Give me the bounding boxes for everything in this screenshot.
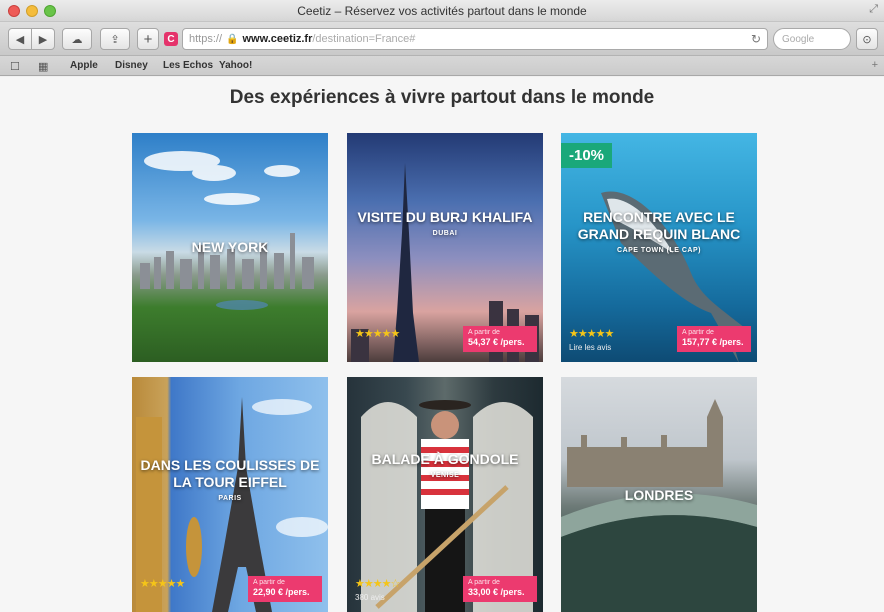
downloads-button[interactable]: ⊙ <box>856 28 878 50</box>
page-title: Des expériences à vivre partout dans le … <box>229 87 655 108</box>
reading-list-icon[interactable]: ☐ <box>10 60 20 73</box>
experience-card-london[interactable]: LONDRES <box>561 377 757 612</box>
card-title: NEW YORK <box>191 239 269 255</box>
download-icon: ⊙ <box>862 33 872 46</box>
experience-card-new-york[interactable]: NEW YORK <box>132 133 328 362</box>
lock-icon: 🔒 <box>226 33 239 45</box>
browser-toolbar: ◀ ▶ ☁ ⇪ + C https:// 🔒 www.ceetiz.fr /de… <box>0 22 884 56</box>
bookmark-les-echos[interactable]: Les Echos <box>163 60 213 71</box>
reviews-link[interactable]: Lire les avis <box>569 343 611 352</box>
window-title: Ceetiz – Réservez vos activités partout … <box>297 4 587 18</box>
bookmarks-bar: ☐ ▦ Apple Disney Les Echos Yahoo! + <box>0 56 884 76</box>
bookmark-disney[interactable]: Disney <box>115 60 148 71</box>
cloud-icon: ☁ <box>71 33 83 46</box>
card-title: VISITE DU BURJ KHALIFA DUBAI <box>357 209 533 237</box>
reviews-count[interactable]: 380 avis <box>355 593 385 602</box>
fullscreen-icon[interactable]: ⤢ <box>869 3 878 16</box>
share-icon: ⇪ <box>110 33 120 46</box>
price-tag[interactable]: A partir de 33,00 € /pers. <box>463 576 537 602</box>
card-title: LONDRES <box>624 487 694 503</box>
icloud-tabs-button[interactable]: ☁ <box>62 28 92 50</box>
rating-stars: ★★★★☆ <box>355 578 400 590</box>
back-button[interactable]: ◀ <box>8 28 32 50</box>
card-title: BALADE À GONDOLE VENISE <box>371 451 519 479</box>
window-titlebar: Ceetiz – Réservez vos activités partout … <box>0 0 884 22</box>
back-arrow-icon: ◀ <box>15 33 25 46</box>
price-tag[interactable]: A partir de 157,77 € /pers. <box>677 326 751 352</box>
search-field[interactable]: Google <box>773 28 851 50</box>
reload-icon[interactable]: ↻ <box>751 32 761 46</box>
forward-button[interactable]: ▶ <box>31 28 55 50</box>
url-protocol: https:// <box>189 33 223 45</box>
add-bookmark-icon[interactable]: + <box>872 59 878 71</box>
card-title: RENCONTRE AVEC LE GRAND REQUIN BLANC CAP… <box>577 209 741 254</box>
experience-card-gondola[interactable]: BALADE À GONDOLE VENISE ★★★★☆ 380 avis A… <box>347 377 543 612</box>
top-sites-icon[interactable]: ▦ <box>38 60 48 73</box>
url-host: www.ceetiz.fr <box>242 33 313 45</box>
share-button[interactable]: ⇪ <box>100 28 130 50</box>
card-title: DANS LES COULISSES DE LA TOUR EIFFEL PAR… <box>140 457 320 502</box>
experience-card-great-white-shark[interactable]: -10% RENCONTRE AVEC LE GRAND REQUIN BLAN… <box>561 133 757 362</box>
price-tag[interactable]: A partir de 54,37 € /pers. <box>463 326 537 352</box>
plus-icon: + <box>143 30 153 48</box>
rating-stars: ★★★★★ <box>355 328 400 340</box>
address-bar[interactable]: https:// 🔒 www.ceetiz.fr /destination=Fr… <box>182 28 768 50</box>
site-favicon-icon: C <box>164 32 178 46</box>
rating-stars: ★★★★★ <box>140 578 185 590</box>
new-tab-button[interactable]: + <box>137 28 159 50</box>
bookmark-yahoo[interactable]: Yahoo! <box>219 60 252 71</box>
experience-card-eiffel-tower[interactable]: DANS LES COULISSES DE LA TOUR EIFFEL PAR… <box>132 377 328 612</box>
bookmark-apple[interactable]: Apple <box>70 60 98 71</box>
experience-card-burj-khalifa[interactable]: VISITE DU BURJ KHALIFA DUBAI ★★★★★ A par… <box>347 133 543 362</box>
url-path: /destination=France# <box>312 33 416 45</box>
forward-arrow-icon: ▶ <box>38 33 48 46</box>
page-content: Des expériences à vivre partout dans le … <box>0 77 884 612</box>
rating-stars: ★★★★★ <box>569 328 614 340</box>
price-tag[interactable]: A partir de 22,90 € /pers. <box>248 576 322 602</box>
discount-badge: -10% <box>561 143 613 168</box>
